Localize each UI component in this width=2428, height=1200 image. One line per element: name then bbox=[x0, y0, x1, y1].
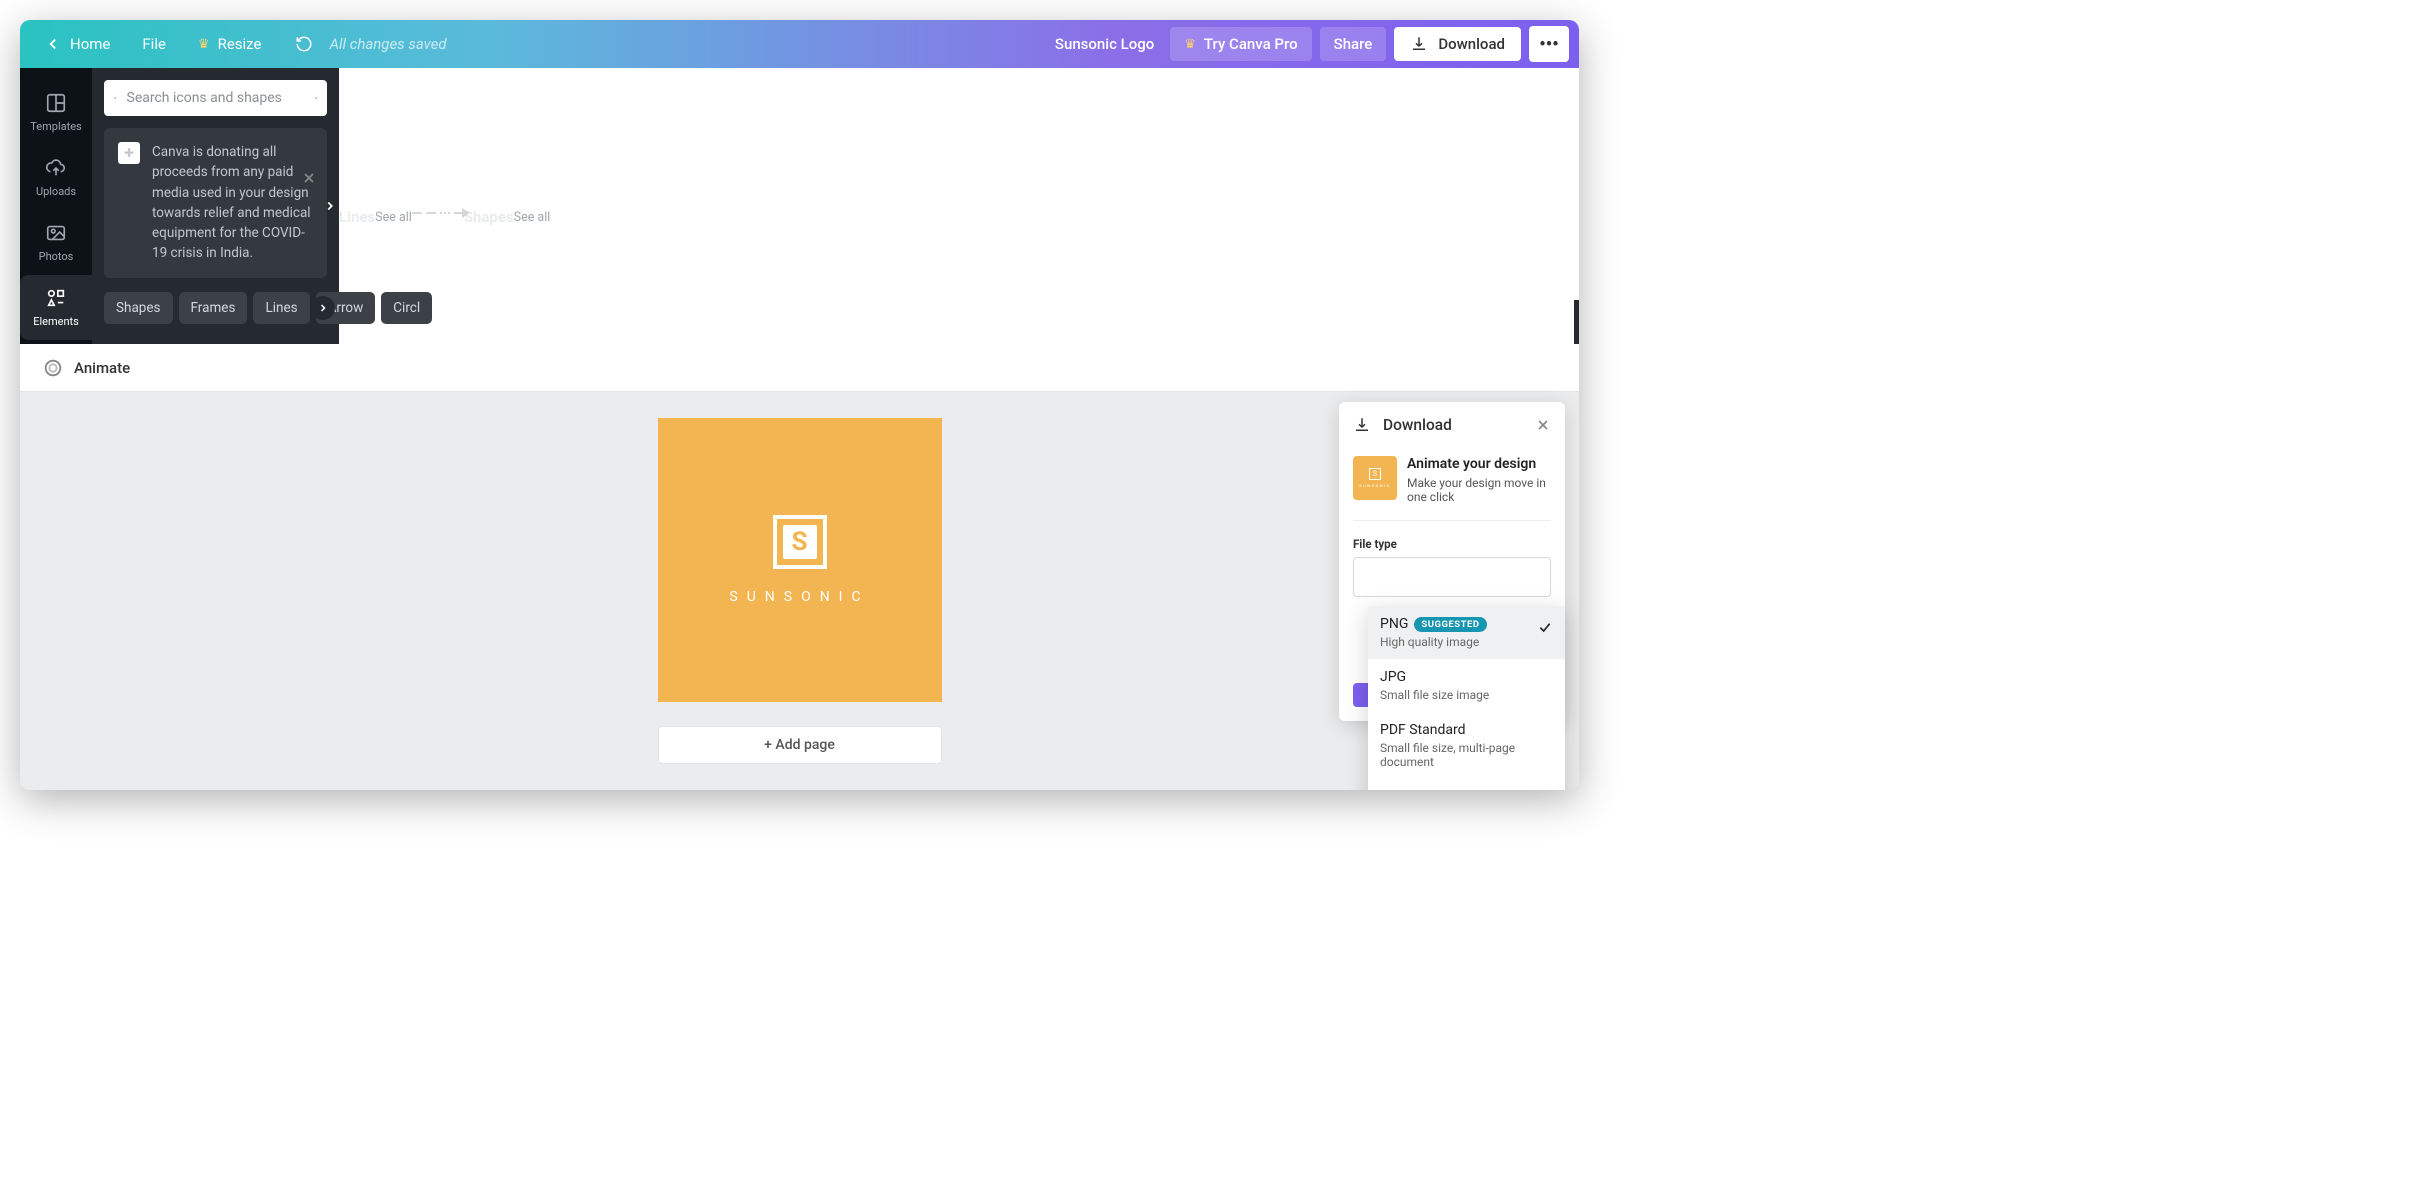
app-window: Home File ♛ Resize All changes saved Sun… bbox=[20, 20, 1579, 790]
filetype-option-pdf-print[interactable]: PDF Print High quality, multi-page docum… bbox=[1368, 779, 1565, 790]
uploads-icon bbox=[45, 157, 67, 179]
line-solid[interactable] bbox=[412, 212, 422, 214]
animate-icon bbox=[42, 357, 64, 379]
tag-frames[interactable]: Frames bbox=[179, 292, 248, 324]
templates-icon bbox=[45, 92, 67, 114]
chevron-right-icon bbox=[317, 302, 329, 314]
promo-subtitle: Make your design move in one click bbox=[1407, 476, 1551, 504]
rail-templates[interactable]: Templates bbox=[20, 80, 92, 145]
filetype-option-jpg[interactable]: JPG Small file size image bbox=[1368, 659, 1565, 712]
check-icon bbox=[1537, 619, 1553, 635]
tags-scroll-right[interactable] bbox=[311, 296, 335, 320]
medical-icon: ✚ bbox=[118, 142, 140, 164]
tool-rail: Templates Uploads Photos Elements Text A… bbox=[20, 68, 92, 344]
lines-heading: Lines bbox=[339, 208, 375, 226]
file-type-select[interactable] bbox=[1353, 557, 1551, 597]
share-button[interactable]: Share bbox=[1320, 27, 1387, 61]
design-page[interactable]: S SUNSONIC bbox=[658, 418, 942, 702]
undo-icon[interactable] bbox=[295, 35, 313, 53]
tag-shapes[interactable]: Shapes bbox=[104, 292, 173, 324]
promo-title: Animate your design bbox=[1407, 456, 1551, 472]
chevron-left-icon bbox=[1577, 326, 1579, 334]
canvas-toolbar: Animate bbox=[20, 344, 1579, 392]
document-title[interactable]: Sunsonic Logo bbox=[1055, 35, 1154, 53]
crown-icon: ♛ bbox=[1184, 37, 1196, 52]
download-icon bbox=[1353, 416, 1371, 434]
top-toolbar: Home File ♛ Resize All changes saved Sun… bbox=[20, 20, 1579, 68]
chevron-right-icon bbox=[323, 199, 337, 213]
line-dashed[interactable] bbox=[426, 212, 436, 214]
logo-wordmark: SUNSONIC bbox=[729, 589, 869, 605]
shapes-heading: Shapes bbox=[464, 208, 514, 226]
tag-circle[interactable]: Circl bbox=[381, 292, 432, 324]
more-menu-button[interactable]: ••• bbox=[1529, 26, 1569, 62]
animate-button[interactable]: Animate bbox=[32, 351, 140, 385]
suggested-badge: SUGGESTED bbox=[1414, 617, 1486, 632]
home-label: Home bbox=[70, 35, 110, 53]
elements-icon bbox=[45, 287, 67, 309]
logo-frame: S bbox=[773, 515, 827, 569]
search-field[interactable] bbox=[104, 80, 327, 116]
promo-thumbnail: S SUNSONIC bbox=[1353, 456, 1397, 500]
notice-text: Canva is donating all proceeds from any … bbox=[152, 142, 313, 264]
rail-elements[interactable]: Elements bbox=[20, 275, 92, 340]
file-type-label: File type bbox=[1353, 537, 1551, 551]
rail-photos[interactable]: Photos bbox=[20, 210, 92, 275]
download-button[interactable]: Download bbox=[1394, 27, 1521, 61]
crown-icon: ♛ bbox=[198, 37, 210, 52]
lines-see-all[interactable]: See all bbox=[375, 210, 412, 225]
try-pro-button[interactable]: ♛ Try Canva Pro bbox=[1170, 27, 1311, 61]
file-type-dropdown: PNG SUGGESTED High quality image JPG Sma… bbox=[1368, 606, 1565, 790]
line-arrow[interactable] bbox=[454, 212, 464, 214]
line-dotted[interactable] bbox=[440, 212, 450, 214]
covid-notice: ✚ Canva is donating all proceeds from an… bbox=[104, 128, 327, 278]
save-status: All changes saved bbox=[329, 35, 446, 53]
canvas-area: Animate S SUNSONIC + Add page Download bbox=[20, 344, 1579, 790]
category-tags: Shapes Frames Lines Arrow Circl bbox=[104, 292, 327, 324]
close-icon[interactable] bbox=[1535, 417, 1551, 433]
tag-lines[interactable]: Lines bbox=[253, 292, 309, 324]
home-button[interactable]: Home bbox=[30, 27, 124, 61]
file-menu[interactable]: File bbox=[128, 27, 180, 61]
rail-uploads[interactable]: Uploads bbox=[20, 145, 92, 210]
chevron-left-icon bbox=[44, 35, 62, 53]
download-panel-title: Download bbox=[1383, 416, 1523, 434]
photos-icon bbox=[45, 222, 67, 244]
resize-button[interactable]: ♛ Resize bbox=[184, 27, 276, 61]
filter-icon[interactable] bbox=[315, 88, 318, 108]
search-icon bbox=[114, 88, 117, 108]
filetype-option-pdf-standard[interactable]: PDF Standard Small file size, multi-page… bbox=[1368, 712, 1565, 779]
download-icon bbox=[1410, 35, 1428, 53]
elements-panel: ✚ Canva is donating all proceeds from an… bbox=[92, 68, 339, 344]
logo-letter: S bbox=[783, 525, 817, 559]
shapes-see-all[interactable]: See all bbox=[514, 210, 551, 225]
filetype-option-png[interactable]: PNG SUGGESTED High quality image bbox=[1368, 606, 1565, 659]
animate-promo[interactable]: S SUNSONIC Animate your design Make your… bbox=[1353, 446, 1551, 521]
close-icon[interactable] bbox=[301, 170, 317, 186]
search-input[interactable] bbox=[127, 90, 305, 106]
add-page-button[interactable]: + Add page bbox=[658, 726, 942, 764]
featured-scroll-right[interactable] bbox=[317, 193, 343, 219]
